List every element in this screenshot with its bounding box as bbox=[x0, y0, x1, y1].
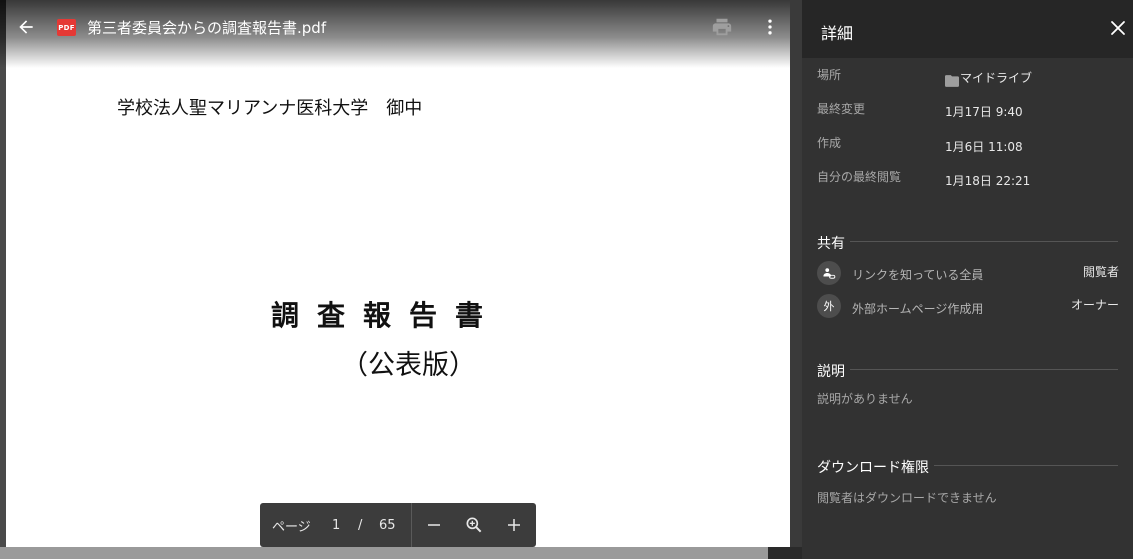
page-zoom-toolbar: ページ 1 / 65 bbox=[260, 503, 536, 547]
page-separator: / bbox=[358, 517, 363, 533]
viewer-corner bbox=[768, 547, 802, 559]
created-value: 1月6日 11:08 bbox=[945, 140, 1023, 154]
description-text[interactable]: 説明がありません bbox=[817, 390, 913, 407]
page-label: ページ bbox=[272, 519, 311, 535]
owner-avatar: 外 bbox=[817, 294, 841, 318]
details-title: 詳細 bbox=[821, 24, 854, 43]
share-entry-role: 閲覧者 bbox=[1082, 265, 1119, 279]
last-viewed-label: 自分の最終閲覧 bbox=[817, 170, 902, 184]
next-page-edge bbox=[0, 547, 768, 559]
viewer-topbar: PDF 第三者委員会からの調査報告書.pdf bbox=[0, 0, 790, 68]
minus-icon bbox=[428, 524, 440, 526]
pdf-viewer: 学校法人聖マリアンナ医科大学 御中 調査報告書 （公表版） PDF 第三者委員会… bbox=[0, 0, 802, 559]
details-panel: 詳細 場所 マイドライブ 最終変更 1月17日 9:40 作成 1月6日 11:… bbox=[802, 0, 1133, 559]
folder-icon bbox=[945, 75, 959, 87]
document-addressee: 学校法人聖マリアンナ医科大学 御中 bbox=[117, 98, 423, 119]
download-permission-text: 閲覧者はダウンロードできません bbox=[817, 491, 997, 505]
modified-value: 1月17日 9:40 bbox=[945, 105, 1023, 119]
location-value[interactable]: マイドライブ bbox=[960, 69, 1032, 86]
created-label: 作成 bbox=[817, 136, 842, 150]
printer-icon bbox=[712, 18, 732, 36]
zoom-in-button[interactable] bbox=[498, 509, 530, 541]
share-entry-name: リンクを知っている全員 bbox=[852, 268, 984, 282]
close-details-button[interactable] bbox=[1104, 14, 1132, 42]
location-label: 場所 bbox=[817, 68, 842, 82]
zoom-icon bbox=[466, 517, 482, 533]
share-entry-name: 外部ホームページ作成用 bbox=[852, 302, 984, 316]
zoom-out-button[interactable] bbox=[418, 509, 450, 541]
total-pages: 65 bbox=[379, 517, 396, 533]
arrow-left-icon bbox=[19, 20, 33, 34]
document-title: 調査報告書 bbox=[271, 299, 502, 332]
file-name: 第三者委員会からの調査報告書.pdf bbox=[87, 19, 327, 37]
download-permission-heading: ダウンロード権限 bbox=[817, 460, 929, 476]
last-viewed-value: 1月18日 22:21 bbox=[945, 174, 1031, 188]
description-heading: 説明 bbox=[817, 364, 845, 380]
current-page-number[interactable]: 1 bbox=[332, 503, 340, 547]
back-button[interactable] bbox=[10, 11, 42, 43]
plus-icon bbox=[508, 519, 520, 531]
toolbar-divider bbox=[411, 503, 412, 547]
zoom-button[interactable] bbox=[458, 509, 490, 541]
pdf-page[interactable]: 学校法人聖マリアンナ医科大学 御中 調査報告書 （公表版） bbox=[6, 0, 790, 547]
sharing-heading: 共有 bbox=[817, 236, 845, 252]
scroll-track[interactable] bbox=[790, 0, 802, 559]
people-icon bbox=[823, 268, 836, 279]
more-vert-icon bbox=[768, 19, 772, 35]
link-people-icon bbox=[817, 261, 841, 285]
share-entry-role: オーナー bbox=[1070, 298, 1119, 312]
pdf-file-icon: PDF bbox=[57, 19, 76, 36]
close-icon bbox=[1111, 21, 1125, 35]
modified-label: 最終変更 bbox=[817, 102, 866, 116]
print-button[interactable] bbox=[706, 11, 738, 43]
download-divider bbox=[934, 465, 1118, 466]
sharing-divider bbox=[850, 241, 1118, 242]
details-header: 詳細 bbox=[802, 0, 1133, 58]
document-subtitle: （公表版） bbox=[341, 350, 476, 381]
description-divider bbox=[850, 369, 1118, 370]
more-options-button[interactable] bbox=[754, 11, 786, 43]
